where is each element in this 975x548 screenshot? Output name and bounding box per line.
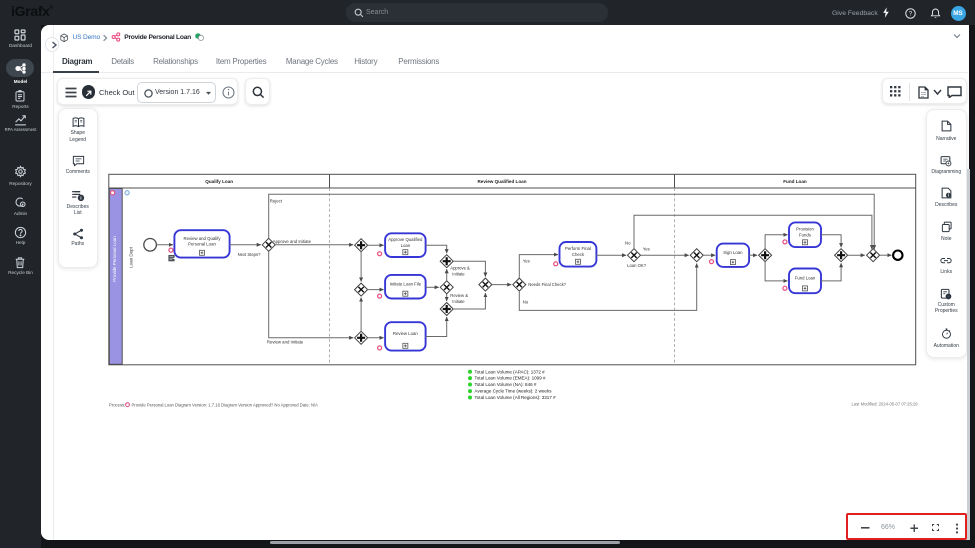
svg-text:Check: Check [572, 252, 585, 257]
svg-text:Review Loan: Review Loan [393, 331, 418, 336]
svg-text:Total Loan Volume (NA): 846 #: Total Loan Volume (NA): 846 # [475, 382, 537, 387]
svg-text:Last Modified: 2024-05-07 07:2: Last Modified: 2024-05-07 07:26:29 [852, 401, 919, 406]
svg-text:Total Loan Volume (APAC): 1372: Total Loan Volume (APAC): 1372 # [475, 369, 546, 374]
svg-text:Review Qualified Loan: Review Qualified Loan [477, 179, 526, 184]
svg-text:Qualify Loan: Qualify Loan [205, 179, 233, 184]
svg-text:Provision: Provision [796, 227, 814, 232]
svg-text:Initiate Loan File: Initiate Loan File [390, 282, 422, 287]
svg-text:Approve and Initiate: Approve and Initiate [273, 239, 312, 244]
svg-text:No: No [523, 300, 529, 305]
svg-text:Next Steps?: Next Steps? [238, 252, 261, 257]
svg-text:Personal Loan: Personal Loan [188, 242, 216, 247]
svg-text:Approve Qualified: Approve Qualified [388, 237, 423, 242]
svg-text:Loan OK?: Loan OK? [627, 263, 647, 268]
svg-text:Total Loan Volume (EMEA): 1099: Total Loan Volume (EMEA): 1099 # [475, 376, 546, 381]
svg-text:Initiate: Initiate [452, 272, 465, 277]
svg-text:Approve &: Approve & [450, 266, 470, 271]
svg-text:Average Cycle Time (weeks): 2: Average Cycle Time (weeks): 2 weeks [475, 389, 553, 394]
svg-text:Perform Final: Perform Final [565, 246, 591, 251]
svg-text:Loan Dept: Loan Dept [128, 246, 133, 268]
svg-text:No: No [625, 241, 631, 246]
svg-text:Fund Loan: Fund Loan [783, 179, 807, 184]
svg-text:Review &: Review & [450, 293, 468, 298]
svg-text:Provide Personal Loan Diagram: Provide Personal Loan Diagram Version: 1… [132, 402, 319, 407]
svg-text:Yes: Yes [523, 258, 530, 263]
svg-text:Total Loan Volume (All Regions: Total Loan Volume (All Regions): 3317 # [475, 395, 557, 400]
svg-text:Sign Loan: Sign Loan [723, 250, 743, 255]
svg-text:Needs Final Check?: Needs Final Check? [528, 282, 566, 287]
svg-text:Yes: Yes [643, 246, 650, 251]
svg-text:Loan: Loan [401, 243, 411, 248]
svg-text:Review and Initiate: Review and Initiate [267, 339, 304, 344]
svg-text:Initiate: Initiate [452, 299, 465, 304]
svg-text:Process:: Process: [109, 402, 125, 407]
svg-text:Provide Personal Loan: Provide Personal Loan [112, 236, 117, 282]
svg-text:Reject: Reject [270, 199, 283, 204]
svg-text:Review and Qualify: Review and Qualify [183, 236, 221, 241]
svg-text:Funds: Funds [799, 232, 811, 237]
svg-text:Fund Loan: Fund Loan [795, 276, 816, 281]
